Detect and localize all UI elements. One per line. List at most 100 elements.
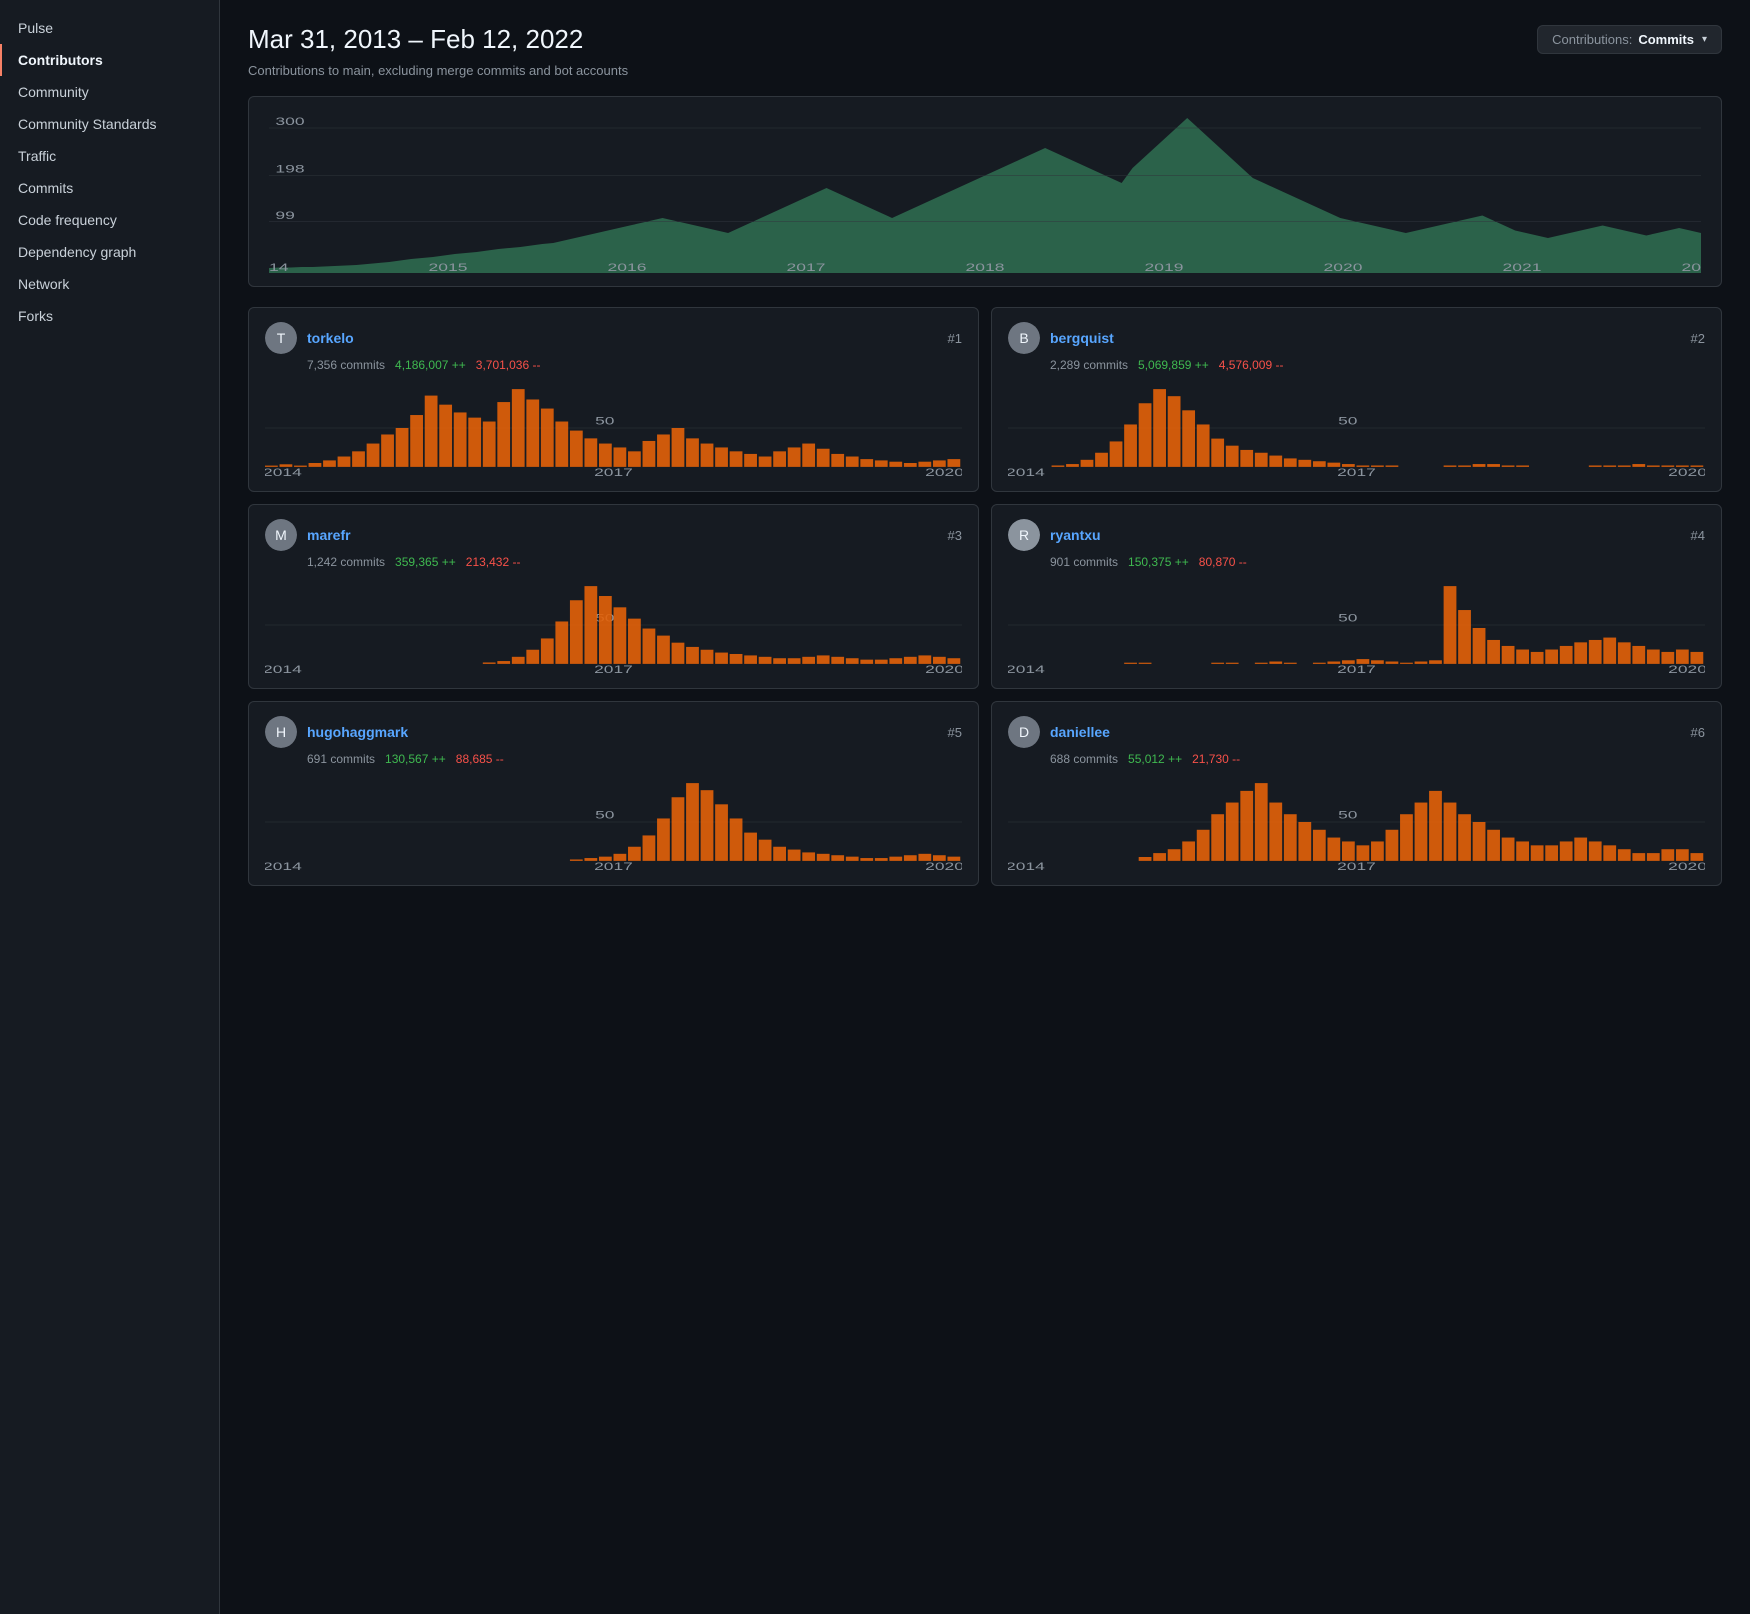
subtitle: Contributions to main, excluding merge c…	[248, 63, 1722, 78]
contributor-stats: 1,242 commits359,365 ++213,432 --	[307, 555, 962, 569]
stat-commits: 901 commits	[1050, 555, 1118, 569]
contributor-header: Ttorkelo#1	[265, 322, 962, 354]
svg-text:2020: 2020	[1324, 262, 1363, 273]
svg-text:2020: 2020	[925, 861, 962, 872]
svg-text:2020: 2020	[1668, 467, 1705, 478]
avatar: B	[1008, 322, 1040, 354]
mini-chart-svg: 50201420172020	[265, 378, 962, 478]
contributor-name[interactable]: ryantxu	[1050, 527, 1101, 543]
svg-text:50: 50	[595, 810, 614, 822]
contributor-header: Mmarefr #3	[265, 519, 962, 551]
svg-text:2020: 2020	[1668, 664, 1705, 675]
avatar: M	[265, 519, 297, 551]
svg-text:T: T	[277, 330, 286, 346]
contributor-name[interactable]: torkelo	[307, 330, 354, 346]
svg-text:50: 50	[1338, 416, 1357, 428]
contributor-stats: 688 commits55,012 ++21,730 --	[1050, 752, 1705, 766]
contributor-card-3: Mmarefr#31,242 commits359,365 ++213,432 …	[248, 504, 979, 689]
main-content: Mar 31, 2013 – Feb 12, 2022 Contribution…	[220, 0, 1750, 1614]
contributor-card-1: Ttorkelo#1 7,356 commits 4,186,007 ++ 3,701…	[248, 307, 979, 492]
sidebar-item-community[interactable]: Community	[0, 76, 219, 108]
sidebar-item-code-frequency[interactable]: Code frequency	[0, 204, 219, 236]
stat-additions: 55,012 ++	[1128, 752, 1182, 766]
stat-deletions: 88,685 --	[456, 752, 504, 766]
stat-deletions: 3,701,036 --	[476, 358, 541, 372]
svg-text:99: 99	[275, 210, 294, 222]
contributor-card-4: Rryantxu #4 901 commits150,375 ++80,870 --…	[991, 504, 1722, 689]
contributor-header: Hhugohaggmark #5	[265, 716, 962, 748]
contributions-button[interactable]: Contributions: Commits ▾	[1537, 25, 1722, 54]
contributor-card-2: Bbergquist #2 2,289 commits5,069,859 ++4,5…	[991, 307, 1722, 492]
mini-chart-svg: 50201420172020	[1008, 772, 1705, 872]
contributor-name[interactable]: marefr	[307, 527, 351, 543]
svg-text:R: R	[1019, 527, 1029, 543]
svg-text:2017: 2017	[594, 467, 633, 478]
contributor-rank: #3	[948, 528, 962, 543]
contributor-header: Rryantxu #4	[1008, 519, 1705, 551]
contributor-info: Rryantxu	[1008, 519, 1101, 551]
svg-text:2021: 2021	[1503, 262, 1542, 273]
svg-text:50: 50	[1338, 613, 1357, 625]
sidebar-item-pulse[interactable]: Pulse	[0, 12, 219, 44]
svg-text:50: 50	[1338, 810, 1357, 822]
mini-chart-svg: 50201420172020	[1008, 378, 1705, 478]
contributor-name[interactable]: hugohaggmark	[307, 724, 408, 740]
stat-additions: 130,567 ++	[385, 752, 446, 766]
svg-text:2016: 2016	[608, 262, 647, 273]
avatar: D	[1008, 716, 1040, 748]
svg-text:2020: 2020	[925, 467, 962, 478]
svg-text:2018: 2018	[966, 262, 1005, 273]
svg-text:2017: 2017	[787, 262, 826, 273]
sidebar-item-network[interactable]: Network	[0, 268, 219, 300]
contributor-stats: 901 commits150,375 ++80,870 --	[1050, 555, 1705, 569]
svg-text:198: 198	[275, 164, 304, 176]
sidebar-item-forks[interactable]: Forks	[0, 300, 219, 332]
svg-text:2014: 2014	[269, 262, 288, 273]
contributors-grid: Ttorkelo#1 7,356 commits 4,186,007 ++ 3,701…	[248, 307, 1722, 886]
avatar: H	[265, 716, 297, 748]
stat-commits: 7,356 commits	[307, 358, 385, 372]
stat-additions: 359,365 ++	[395, 555, 456, 569]
contributor-info: Ttorkelo	[265, 322, 354, 354]
mini-chart-svg: 50201420172020	[265, 575, 962, 675]
svg-text:2020: 2020	[1668, 861, 1705, 872]
sidebar-item-commits[interactable]: Commits	[0, 172, 219, 204]
contributor-name[interactable]: daniellee	[1050, 724, 1110, 740]
svg-text:2017: 2017	[594, 861, 633, 872]
sidebar-item-traffic[interactable]: Traffic	[0, 140, 219, 172]
contributor-stats: 2,289 commits5,069,859 ++4,576,009 --	[1050, 358, 1705, 372]
stat-deletions: 80,870 --	[1199, 555, 1247, 569]
svg-text:2014: 2014	[1008, 664, 1045, 675]
sidebar-item-contributors[interactable]: Contributors	[0, 44, 219, 76]
stat-additions: 4,186,007 ++	[395, 358, 466, 372]
stat-additions: 5,069,859 ++	[1138, 358, 1209, 372]
contributor-rank: #4	[1691, 528, 1705, 543]
svg-text:B: B	[1019, 330, 1028, 346]
svg-text:M: M	[275, 527, 287, 543]
contributor-card-6: Ddaniellee#6688 commits55,012 ++21,730 -…	[991, 701, 1722, 886]
mini-chart-svg: 50 2014 2017 2020	[1008, 575, 1705, 675]
contributions-label: Contributions:	[1552, 32, 1632, 47]
svg-text:2017: 2017	[594, 664, 633, 675]
sidebar-item-community-standards[interactable]: Community Standards	[0, 108, 219, 140]
contributor-rank: #2	[1691, 331, 1705, 346]
sidebar-item-dependency-graph[interactable]: Dependency graph	[0, 236, 219, 268]
avatar: R	[1008, 519, 1040, 551]
stat-deletions: 213,432 --	[466, 555, 521, 569]
svg-text:2014: 2014	[1008, 467, 1045, 478]
contributions-value: Commits	[1638, 32, 1694, 47]
contributor-name[interactable]: bergquist	[1050, 330, 1114, 346]
contributor-info: Ddaniellee	[1008, 716, 1110, 748]
svg-text:2014: 2014	[265, 664, 302, 675]
svg-text:2020: 2020	[925, 664, 962, 675]
mini-chart-svg: 50201420172020	[265, 772, 962, 872]
sidebar: PulseContributorsCommunityCommunity Stan…	[0, 0, 220, 1614]
svg-text:300: 300	[275, 116, 304, 128]
contributor-rank: #5	[948, 725, 962, 740]
svg-text:2015: 2015	[429, 262, 468, 273]
svg-text:2017: 2017	[1337, 664, 1376, 675]
contributor-card-5: Hhugohaggmark#5691 commits130,567 ++88,6…	[248, 701, 979, 886]
contributor-stats: 691 commits130,567 ++88,685 --	[307, 752, 962, 766]
contributor-header: Bbergquist #2	[1008, 322, 1705, 354]
contributor-info: Bbergquist	[1008, 322, 1114, 354]
